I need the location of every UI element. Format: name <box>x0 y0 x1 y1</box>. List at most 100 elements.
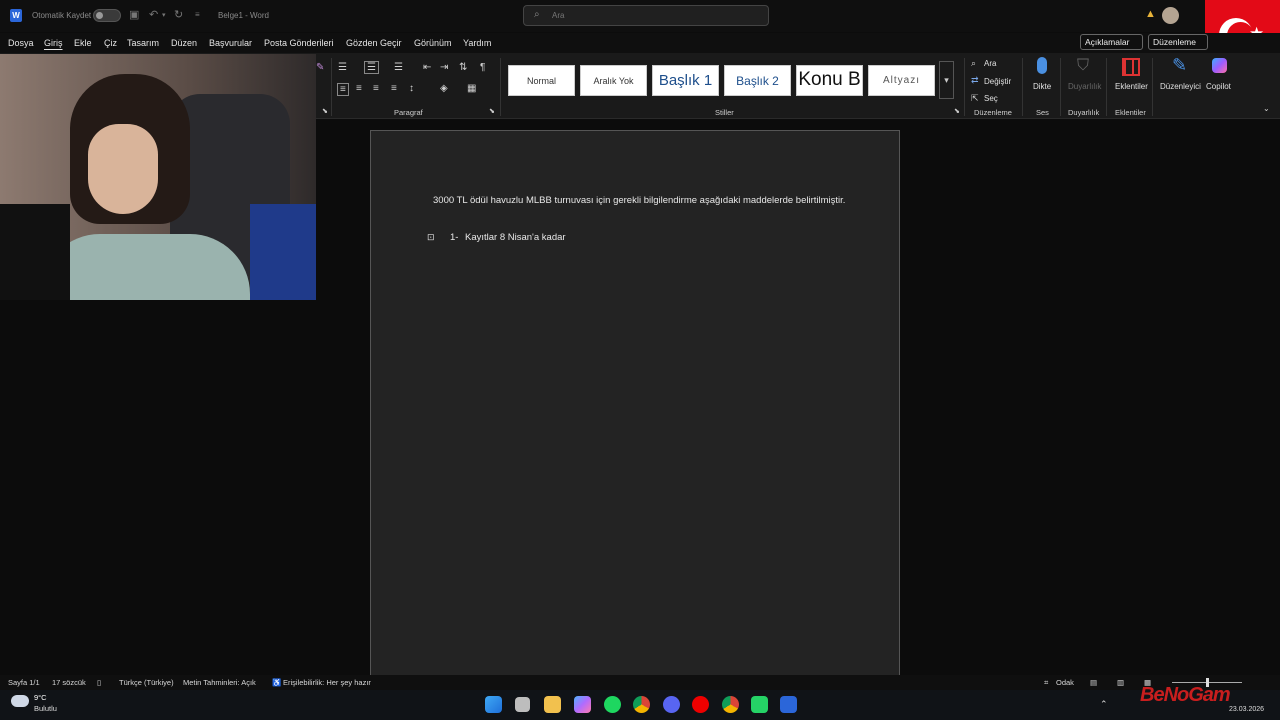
replace-button[interactable]: Değiştir <box>984 77 1011 86</box>
align-right-icon[interactable]: ≡ <box>373 83 379 94</box>
redo-icon[interactable]: ↻ <box>174 8 183 21</box>
increase-indent-icon[interactable]: ⇥ <box>440 62 448 73</box>
page-count[interactable]: Sayfa 1/1 <box>8 678 40 687</box>
copilot-button[interactable]: Copilot <box>1206 82 1231 91</box>
numbering-icon[interactable]: ☰ <box>364 61 379 74</box>
addins-icon <box>1122 58 1140 76</box>
word-count[interactable]: 17 sözcük <box>52 678 86 687</box>
list-item-text[interactable]: Kayıtlar 8 Nisan'a kadar <box>465 232 566 243</box>
accessibility-status[interactable]: Erişilebilirlik: Her şey hazır <box>283 678 371 687</box>
print-layout-icon[interactable]: ▥ <box>1117 678 1124 687</box>
autosave-toggle[interactable] <box>93 9 121 22</box>
decrease-indent-icon[interactable]: ⇤ <box>423 62 431 73</box>
editing-mode-button[interactable]: Düzenleme <box>1148 34 1208 50</box>
ribbon-separator <box>1152 58 1153 116</box>
opera-icon[interactable] <box>692 696 709 713</box>
sensitivity-icon: ⛉ <box>1077 57 1090 74</box>
menu-basvurular[interactable]: Başvurular <box>209 38 252 48</box>
chrome-profile-icon[interactable] <box>722 696 739 713</box>
group-label-addins: Eklentiler <box>1115 108 1146 117</box>
streamer-logo: BeNoGam <box>1140 684 1231 706</box>
menu-duzen[interactable]: Düzen <box>171 38 197 48</box>
customize-toolbar-icon[interactable]: ≡ <box>195 10 200 19</box>
addins-button[interactable]: Eklentiler <box>1115 82 1148 91</box>
style-no-spacing[interactable]: Aralık Yok <box>580 65 647 96</box>
word-taskbar-icon[interactable] <box>780 696 797 713</box>
group-label-paragraph: Paragraf <box>394 108 423 117</box>
style-heading2[interactable]: Başlık 2 <box>724 65 791 96</box>
multilevel-list-icon[interactable]: ☰ <box>394 62 403 73</box>
styles-dialog-launcher-icon[interactable]: ⬊ <box>954 107 960 115</box>
language-status[interactable]: Türkçe (Türkiye) <box>119 678 174 687</box>
document-paragraph[interactable]: 3000 TL ödül havuzlu MLBB turnuvası için… <box>433 193 853 208</box>
comments-button[interactable]: Açıklamalar <box>1080 34 1143 50</box>
document-page[interactable] <box>370 130 900 680</box>
spotify-icon[interactable] <box>604 696 621 713</box>
select-button[interactable]: Seç <box>984 94 998 103</box>
menu-yardim[interactable]: Yardım <box>463 38 491 48</box>
discord-icon[interactable] <box>663 696 680 713</box>
file-explorer-icon[interactable] <box>544 696 561 713</box>
menu-gorunum[interactable]: Görünüm <box>414 38 452 48</box>
ribbon-separator <box>331 58 332 116</box>
menu-tasarim[interactable]: Tasarım <box>127 38 159 48</box>
replace-icon: ⇄ <box>971 75 979 85</box>
tray-chevron-icon[interactable]: ⌃ <box>1100 699 1108 710</box>
group-label-editing: Düzenleme <box>974 108 1012 117</box>
style-heading1[interactable]: Başlık 1 <box>652 65 719 96</box>
user-avatar[interactable] <box>1162 7 1179 24</box>
dictate-button[interactable]: Dikte <box>1033 82 1051 91</box>
save-icon[interactable]: ▣ <box>129 8 139 21</box>
chrome-icon[interactable] <box>633 696 650 713</box>
document-title: Belge1 - Word <box>218 11 269 20</box>
proofing-icon[interactable]: ▯ <box>97 678 101 687</box>
group-label-voice: Ses <box>1036 108 1049 117</box>
focus-button[interactable]: Odak <box>1056 678 1074 687</box>
menu-dosya[interactable]: Dosya <box>8 38 34 48</box>
warning-icon[interactable]: ▲ <box>1145 8 1156 20</box>
clipboard-dialog-launcher-icon[interactable]: ⬊ <box>322 107 328 115</box>
read-mode-icon[interactable]: ▤ <box>1090 678 1097 687</box>
menu-giris[interactable]: Giriş <box>44 38 63 48</box>
justify-icon[interactable]: ≡ <box>391 83 397 94</box>
text-predictions-status[interactable]: Metin Tahminleri: Açık <box>183 678 256 687</box>
menu-gozden-gecir[interactable]: Gözden Geçir <box>346 38 402 48</box>
align-center-icon[interactable]: ≡ <box>356 83 362 94</box>
undo-dropdown-icon[interactable]: ▾ <box>162 11 166 19</box>
show-marks-icon[interactable]: ¶ <box>480 62 485 73</box>
start-icon[interactable] <box>485 696 502 713</box>
align-left-icon[interactable]: ≡ <box>337 83 349 96</box>
bullets-icon[interactable]: ☰ <box>338 62 347 73</box>
sort-icon[interactable]: ⇅ <box>459 62 467 73</box>
group-label-styles: Stiller <box>715 108 734 117</box>
more-styles-button[interactable]: ▾ <box>939 61 954 99</box>
undo-icon[interactable]: ↶ <box>149 8 158 21</box>
word-app-icon: W <box>10 9 22 22</box>
find-icon: ⌕ <box>971 58 977 68</box>
autocorrect-options-icon[interactable]: ⊡ <box>427 232 440 243</box>
ribbon-separator <box>1022 58 1023 116</box>
style-normal[interactable]: Normal <box>508 65 575 96</box>
style-title[interactable]: Konu B <box>796 65 863 96</box>
ribbon-collapse-icon[interactable]: ⌄ <box>1263 104 1270 113</box>
weather-description[interactable]: Bulutlu <box>34 704 57 713</box>
line-spacing-icon[interactable]: ↕ <box>409 83 414 94</box>
menu-ekle[interactable]: Ekle <box>74 38 92 48</box>
editor-button[interactable]: Düzenleyici <box>1160 82 1201 91</box>
whatsapp-icon[interactable] <box>751 696 768 713</box>
borders-icon[interactable]: ▦ <box>467 83 476 94</box>
paragraph-dialog-launcher-icon[interactable]: ⬊ <box>489 107 495 115</box>
format-painter-icon[interactable]: ✎ <box>316 62 324 73</box>
shading-icon[interactable]: ◈ <box>440 83 448 94</box>
weather-temperature[interactable]: 9°C <box>34 693 47 702</box>
copilot-taskbar-icon[interactable] <box>574 696 591 713</box>
find-button[interactable]: Ara <box>984 59 996 68</box>
sensitivity-button[interactable]: Duyarlılık <box>1068 82 1101 91</box>
tray-date[interactable]: 23.03.2026 <box>1229 706 1264 713</box>
style-subtitle[interactable]: Altyazı <box>868 65 935 96</box>
menu-ciz[interactable]: Çiz <box>104 38 117 48</box>
task-view-icon[interactable] <box>515 697 530 712</box>
menu-posta[interactable]: Posta Gönderileri <box>264 38 334 48</box>
search-placeholder: Ara <box>552 11 565 20</box>
search-box[interactable]: ⌕ Ara <box>523 5 769 26</box>
